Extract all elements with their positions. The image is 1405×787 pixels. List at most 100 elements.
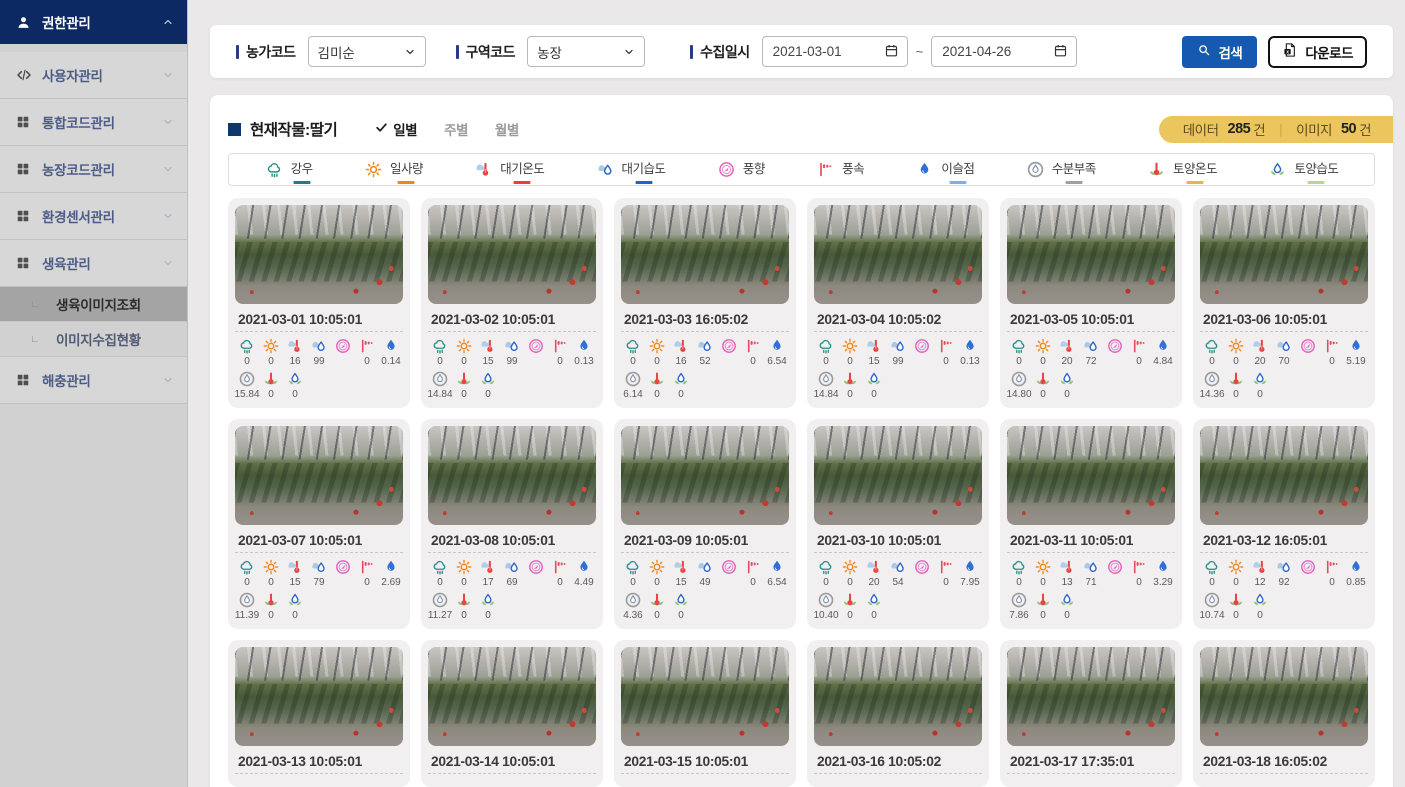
search-button[interactable]: 검색 [1182,36,1257,68]
legend-label: 토양습도 [1294,162,1338,176]
sun-icon [648,558,666,576]
wind-speed-icon [1130,558,1148,576]
card-divider [1007,552,1175,553]
soil-humidity-icon [1251,370,1269,388]
tab[interactable]: 주별 [444,119,468,139]
sun-icon [648,337,666,355]
air-humidity-icon [696,337,714,355]
sensor-value: 0 [654,389,660,400]
sun-icon [1034,337,1052,355]
soil-temp-icon [841,370,859,388]
sensor-value-cell: 16 [283,337,307,367]
zone-code-select[interactable]: 농장 [527,36,645,67]
greenhouse-photo[interactable] [814,647,982,746]
sensor-value-cell: 0 [259,591,283,621]
sensor-value-cell: 20 [1248,337,1272,367]
card-divider [1200,331,1368,332]
dew-point-icon [382,558,400,576]
tab[interactable]: 월별 [495,119,519,139]
calendar-icon[interactable] [884,43,899,61]
soil-temp-icon [1034,591,1052,609]
sensor-value-cell: 0 [1224,591,1248,621]
wind-speed-icon [358,337,376,355]
moisture-deficit-icon [1010,591,1028,609]
sensor-value: 72 [1085,356,1096,367]
sensor-values-row2: 10.40 0 0 [814,591,982,621]
greenhouse-photo[interactable] [1200,205,1368,304]
sidebar-item[interactable]: 권한관리 [0,0,187,44]
sensor-values-row2: 15.84 0 0 [235,370,403,400]
greenhouse-photo[interactable] [428,426,596,525]
sun-icon [1034,558,1052,576]
greenhouse-photo[interactable] [1007,647,1175,746]
greenhouse-photo[interactable] [814,426,982,525]
grid-icon [16,256,42,270]
greenhouse-photo[interactable] [621,205,789,304]
date-to-input[interactable]: 2021-04-26 [931,36,1077,67]
greenhouse-photo[interactable] [1200,426,1368,525]
chevron-down-icon [162,210,174,222]
card-divider [428,773,596,774]
sidebar-item[interactable]: ∟ 이미지수집현황 [0,322,187,357]
card-divider [428,331,596,332]
greenhouse-photo[interactable] [814,205,982,304]
sensor-value-cell: 6.54 [765,558,789,588]
wind-speed-icon [551,558,569,576]
rain-icon [624,337,642,355]
sidebar-item[interactable]: ∟ 생육이미지조회 [0,287,187,322]
soil-temp-icon [455,370,473,388]
dew-point-icon [961,558,979,576]
sensor-value: 0 [1233,577,1239,588]
sensor-value: 0 [654,577,660,588]
legend-underline [398,181,415,184]
card-timestamp: 2021-03-11 10:05:01 [1010,533,1172,548]
sensor-value-cell: 0 [1031,558,1055,588]
sidebar-item[interactable]: 사용자관리 [0,52,187,99]
sensor-value-cell: 0 [1224,370,1248,400]
greenhouse-photo[interactable] [235,647,403,746]
greenhouse-photo[interactable] [621,647,789,746]
sensor-value-cell: 0 [838,337,862,367]
greenhouse-photo[interactable] [235,205,403,304]
moisture-deficit-icon [431,591,449,609]
sensor-value: 0 [1257,389,1263,400]
sensor-value-cell [331,337,355,367]
sensor-value: 10.40 [813,610,838,621]
sensor-value-cell: 0 [838,370,862,400]
sidebar-item[interactable]: 통합코드관리 [0,99,187,146]
tab[interactable]: 일별 [375,119,417,139]
sensor-value-cell: 72 [1079,337,1103,367]
sensor-value: 0.85 [1346,577,1365,588]
sensor-values-row2: 14.80 0 0 [1007,370,1175,400]
sidebar-item[interactable]: 생육관리 [0,240,187,287]
sensor-value: 0 [461,389,467,400]
sidebar-item[interactable]: 해충관리 [0,357,187,404]
greenhouse-photo[interactable] [1007,205,1175,304]
data-count-label: 데이터 [1183,119,1219,139]
greenhouse-photo[interactable] [428,647,596,746]
download-button[interactable]: x 다운로드 [1268,36,1367,68]
sensor-value-cell: 92 [1272,558,1296,588]
greenhouse-photo[interactable] [1200,647,1368,746]
rain-icon [817,558,835,576]
sensor-value-cell [910,558,934,588]
greenhouse-photo[interactable] [621,426,789,525]
sensor-value-cell [1296,558,1320,588]
sidebar-item[interactable]: 농장코드관리 [0,146,187,193]
greenhouse-photo[interactable] [1007,426,1175,525]
sensor-value-cell: 0 [1224,337,1248,367]
calendar-icon[interactable] [1053,43,1068,61]
date-from-input[interactable]: 2021-03-01 [762,36,908,67]
card-divider [1200,552,1368,553]
sensor-value: 0 [943,356,949,367]
soil-temp-icon [262,591,280,609]
sidebar-item[interactable]: 환경센서관리 [0,193,187,240]
sensor-value: 0 [1233,389,1239,400]
farm-code-value: 김미순 [318,42,355,62]
legend-label: 풍향 [743,162,765,176]
greenhouse-photo[interactable] [428,205,596,304]
greenhouse-photo[interactable] [235,426,403,525]
card-divider [621,773,789,774]
farm-code-select[interactable]: 김미순 [308,36,426,67]
sensor-values-row2: 14.84 0 0 [428,370,596,400]
